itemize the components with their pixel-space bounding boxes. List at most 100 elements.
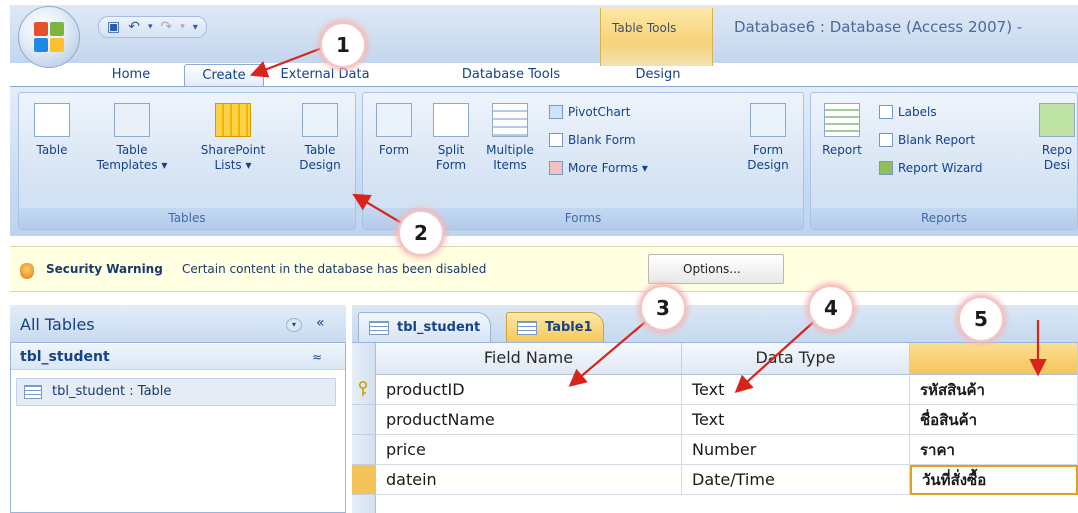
data-type-cell[interactable]: Text — [682, 375, 910, 405]
undo-icon[interactable]: ↶ — [128, 19, 140, 35]
row-selector-current[interactable] — [352, 465, 376, 495]
more-forms-button[interactable]: More Forms ▾ — [549, 161, 648, 175]
field-name-cell[interactable]: datein — [376, 465, 682, 495]
nav-group-toggle-icon[interactable]: ≈ — [312, 350, 322, 364]
form-label: Form — [378, 143, 410, 157]
blank-form-button[interactable]: Blank Form — [549, 133, 636, 147]
table-templates-button[interactable]: Table Templates ▾ — [89, 103, 175, 173]
labels-button[interactable]: Labels — [879, 105, 937, 119]
multiple-items-label: Multiple Items — [486, 143, 534, 172]
table-templates-label: Table Templates ▾ — [96, 143, 168, 172]
blank-form-label: Blank Form — [568, 133, 636, 147]
tab-external-data[interactable]: External Data — [270, 64, 380, 88]
save-icon[interactable]: ▣ — [107, 19, 120, 35]
column-header-field-name[interactable]: Field Name — [376, 343, 682, 375]
table-row: productID Text รหัสสินค้า — [376, 375, 1078, 405]
description-cell[interactable]: ราคา — [910, 435, 1078, 465]
redo-dropdown-icon[interactable]: ▾ — [180, 22, 185, 32]
callout-5: 5 — [958, 296, 1004, 342]
tab-create[interactable]: Create — [184, 64, 264, 88]
description-cell[interactable]: ชื่อสินค้า — [910, 405, 1078, 435]
table-design-label: Table Design — [299, 143, 341, 172]
tab-home[interactable]: Home — [96, 64, 166, 88]
quick-access-toolbar: ▣ ↶ ▾ ↷ ▾ ▾ — [98, 16, 207, 38]
split-form-icon — [433, 103, 469, 137]
column-header-data-type[interactable]: Data Type — [682, 343, 910, 375]
blank-report-button[interactable]: Blank Report — [879, 133, 975, 147]
split-form-label: Split Form — [435, 143, 467, 172]
callout-4: 4 — [808, 285, 854, 331]
tables-group: Table Table Templates ▾ SharePoint Lists… — [18, 92, 356, 230]
nav-collapse-icon[interactable]: « — [316, 315, 325, 331]
office-logo-icon — [34, 22, 64, 52]
redo-icon[interactable]: ↷ — [161, 19, 173, 35]
sharepoint-lists-label: SharePoint Lists ▾ — [200, 143, 266, 172]
row-selector[interactable] — [352, 435, 376, 465]
table-icon — [517, 320, 537, 335]
multiple-items-button[interactable]: Multiple Items — [479, 103, 541, 173]
table-icon — [369, 320, 389, 335]
pivotchart-button[interactable]: PivotChart — [549, 105, 630, 119]
options-button[interactable]: Options... — [648, 254, 784, 284]
nav-item-label: tbl_student : Table — [52, 384, 172, 399]
table-row: price Number ราคา — [376, 435, 1078, 465]
form-icon — [376, 103, 412, 137]
report-button[interactable]: Report — [815, 103, 869, 158]
report-wizard-label: Report Wizard — [898, 161, 983, 175]
field-name-cell[interactable]: price — [376, 435, 682, 465]
tables-group-label: Tables — [19, 208, 355, 229]
doc-tab-table1[interactable]: Table1 — [506, 312, 604, 342]
tab-database-tools[interactable]: Database Tools — [446, 64, 576, 88]
tab-design[interactable]: Design — [620, 64, 696, 88]
data-type-cell[interactable]: Number — [682, 435, 910, 465]
nav-title[interactable]: All Tables — [20, 315, 95, 334]
callout-3: 3 — [640, 285, 686, 331]
report-design-icon — [1039, 103, 1075, 137]
reports-group: Report Labels Blank Report Report Wizard… — [810, 92, 1078, 230]
table-row: datein Date/Time วันที่สั่งซื้อ — [376, 465, 1078, 495]
table-row: productName Text ชื่อสินค้า — [376, 405, 1078, 435]
form-button[interactable]: Form — [369, 103, 419, 158]
form-design-label: Form Design — [747, 143, 789, 172]
callout-1: 1 — [320, 22, 366, 68]
table-label: Table — [36, 143, 68, 157]
description-cell[interactable]: รหัสสินค้า — [910, 375, 1078, 405]
office-button[interactable] — [18, 6, 80, 68]
forms-group: Form Split Form Multiple Items PivotChar… — [362, 92, 804, 230]
primary-key-icon — [359, 381, 367, 396]
sharepoint-lists-icon — [215, 103, 251, 137]
form-design-button[interactable]: Form Design — [737, 103, 799, 173]
labels-icon — [879, 105, 893, 119]
security-warning-bar — [10, 246, 1078, 292]
undo-dropdown-icon[interactable]: ▾ — [148, 22, 153, 32]
row-selector[interactable] — [352, 405, 376, 435]
context-title: Table Tools — [612, 21, 677, 35]
callout-2: 2 — [398, 210, 444, 256]
report-design-label: Repo Desi — [1041, 143, 1073, 172]
nav-dropdown-icon[interactable]: ▾ — [286, 318, 302, 332]
security-warning-message: Certain content in the database has been… — [182, 262, 487, 276]
split-form-button[interactable]: Split Form — [425, 103, 477, 173]
multiple-items-icon — [492, 103, 528, 137]
data-type-cell[interactable]: Date/Time — [682, 465, 910, 495]
doc-tab-tbl-student[interactable]: tbl_student — [358, 312, 492, 342]
security-warning-title: Security Warning — [46, 262, 163, 276]
customize-qat-icon[interactable]: ▾ — [193, 22, 198, 33]
window-title: Database6 : Database (Access 2007) - — [734, 18, 1023, 36]
ribbon-tabs: Home Create External Data Database Tools… — [0, 52, 1078, 88]
column-header-description[interactable] — [910, 343, 1078, 375]
pivotchart-icon — [549, 105, 563, 119]
field-name-cell[interactable]: productName — [376, 405, 682, 435]
report-design-button[interactable]: Repo Desi — [1035, 103, 1078, 173]
data-type-cell[interactable]: Text — [682, 405, 910, 435]
description-cell-active[interactable]: วันที่สั่งซื้อ — [910, 465, 1078, 495]
sharepoint-lists-button[interactable]: SharePoint Lists ▾ — [185, 103, 281, 173]
table-design-button[interactable]: Table Design — [289, 103, 351, 173]
pivotchart-label: PivotChart — [568, 105, 631, 119]
table-button[interactable]: Table — [27, 103, 77, 158]
table-templates-icon — [114, 103, 150, 137]
blank-report-icon — [879, 133, 893, 147]
more-forms-label: More Forms ▾ — [568, 161, 648, 175]
report-wizard-button[interactable]: Report Wizard — [879, 161, 983, 175]
field-name-cell[interactable]: productID — [376, 375, 682, 405]
